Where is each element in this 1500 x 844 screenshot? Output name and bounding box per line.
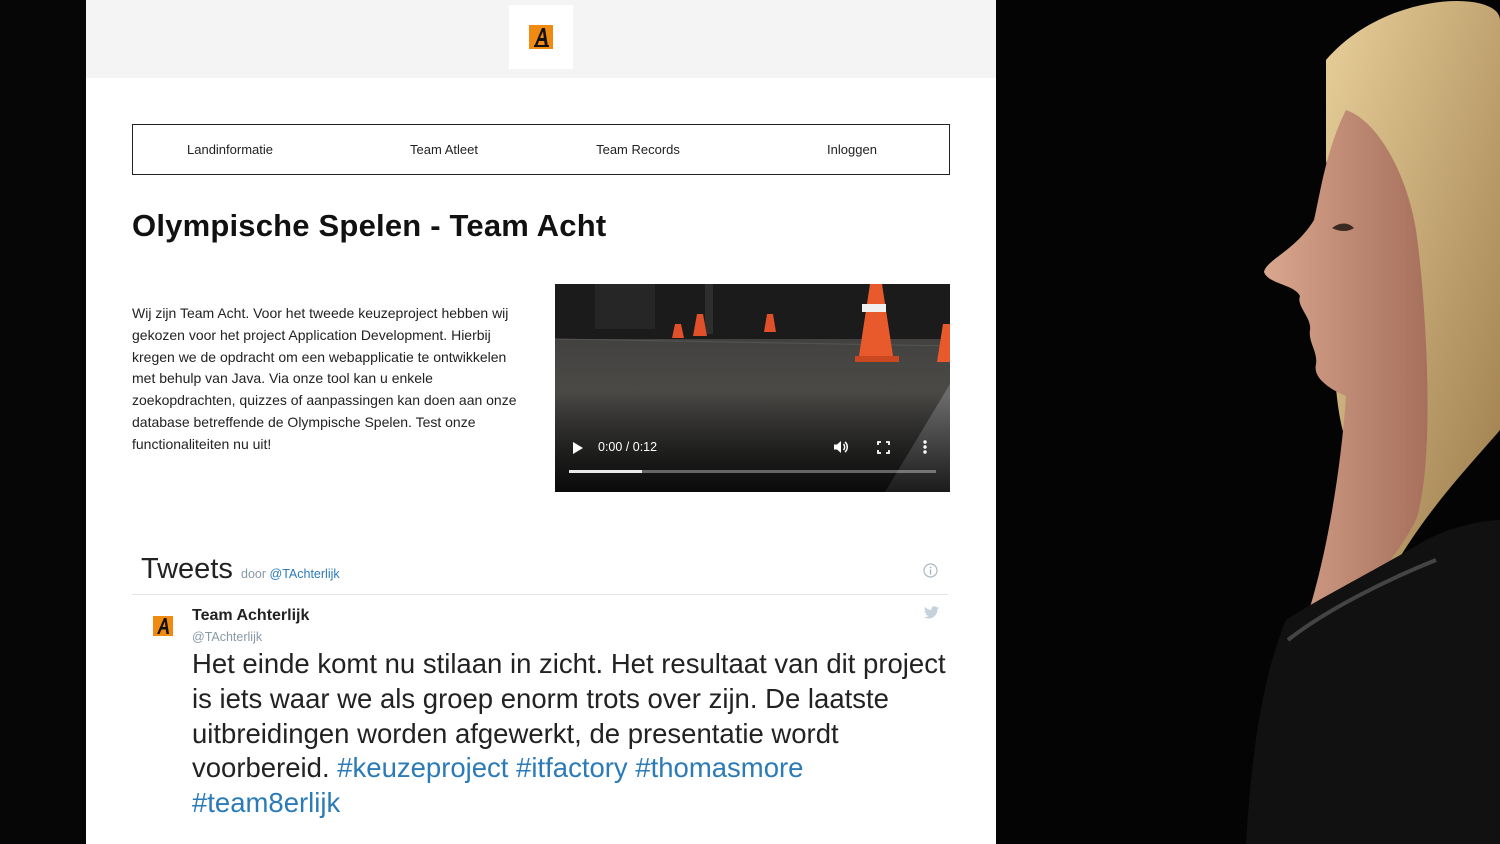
hashtag-team8erlijk[interactable]: #team8erlijk xyxy=(192,787,340,818)
nav-item-landinformatie[interactable]: Landinformatie xyxy=(133,142,347,157)
info-icon[interactable] xyxy=(923,563,938,578)
nav-item-inloggen[interactable]: Inloggen xyxy=(735,142,949,157)
video-frame xyxy=(555,284,950,492)
hashtag-thomasmore[interactable]: #thomasmore xyxy=(635,752,803,783)
site-logo[interactable] xyxy=(509,5,573,69)
main-nav: Landinformatie Team Atleet Team Records … xyxy=(132,124,950,175)
twitter-bird-icon[interactable] xyxy=(924,606,939,619)
tweets-by: door @TAchterlijk xyxy=(241,567,340,581)
video-player[interactable]: 0:00 / 0:12 xyxy=(555,284,950,492)
background-athlete-photo xyxy=(996,0,1500,844)
background-left xyxy=(0,0,86,844)
volume-icon[interactable] xyxy=(833,439,849,455)
tweet-text: Het einde komt nu stilaan in zicht. Het … xyxy=(192,647,952,821)
video-time: 0:00 / 0:12 xyxy=(598,440,658,454)
tweets-by-label: door xyxy=(241,567,267,581)
fullscreen-icon[interactable] xyxy=(877,441,890,454)
hashtag-keuzeproject[interactable]: #keuzeproject xyxy=(337,752,508,783)
top-bar xyxy=(86,0,996,78)
video-buffered xyxy=(569,470,643,473)
hashtag-itfactory[interactable]: #itfactory xyxy=(516,752,628,783)
nav-item-team-records[interactable]: Team Records xyxy=(541,142,735,157)
play-icon[interactable] xyxy=(571,441,585,455)
tweets-by-handle[interactable]: @TAchterlijk xyxy=(270,567,340,581)
page-title: Olympische Spelen - Team Acht xyxy=(132,208,607,243)
tweet-author-name[interactable]: Team Achterlijk xyxy=(192,607,309,625)
intro-text: Wij zijn Team Acht. Voor het tweede keuz… xyxy=(132,305,517,452)
video-progress-bar[interactable] xyxy=(569,470,936,473)
page-content: Landinformatie Team Atleet Team Records … xyxy=(86,0,996,844)
athlete-silhouette xyxy=(1246,0,1500,844)
logo-icon xyxy=(529,25,553,49)
tweet-avatar[interactable] xyxy=(152,615,174,637)
more-icon[interactable] xyxy=(922,439,928,455)
tweets-header: Tweets door @TAchterlijk xyxy=(132,548,948,595)
tweet-author-handle[interactable]: @TAchterlijk xyxy=(192,630,262,644)
nav-item-team-atleet[interactable]: Team Atleet xyxy=(347,142,541,157)
tweets-title: Tweets xyxy=(141,553,233,585)
